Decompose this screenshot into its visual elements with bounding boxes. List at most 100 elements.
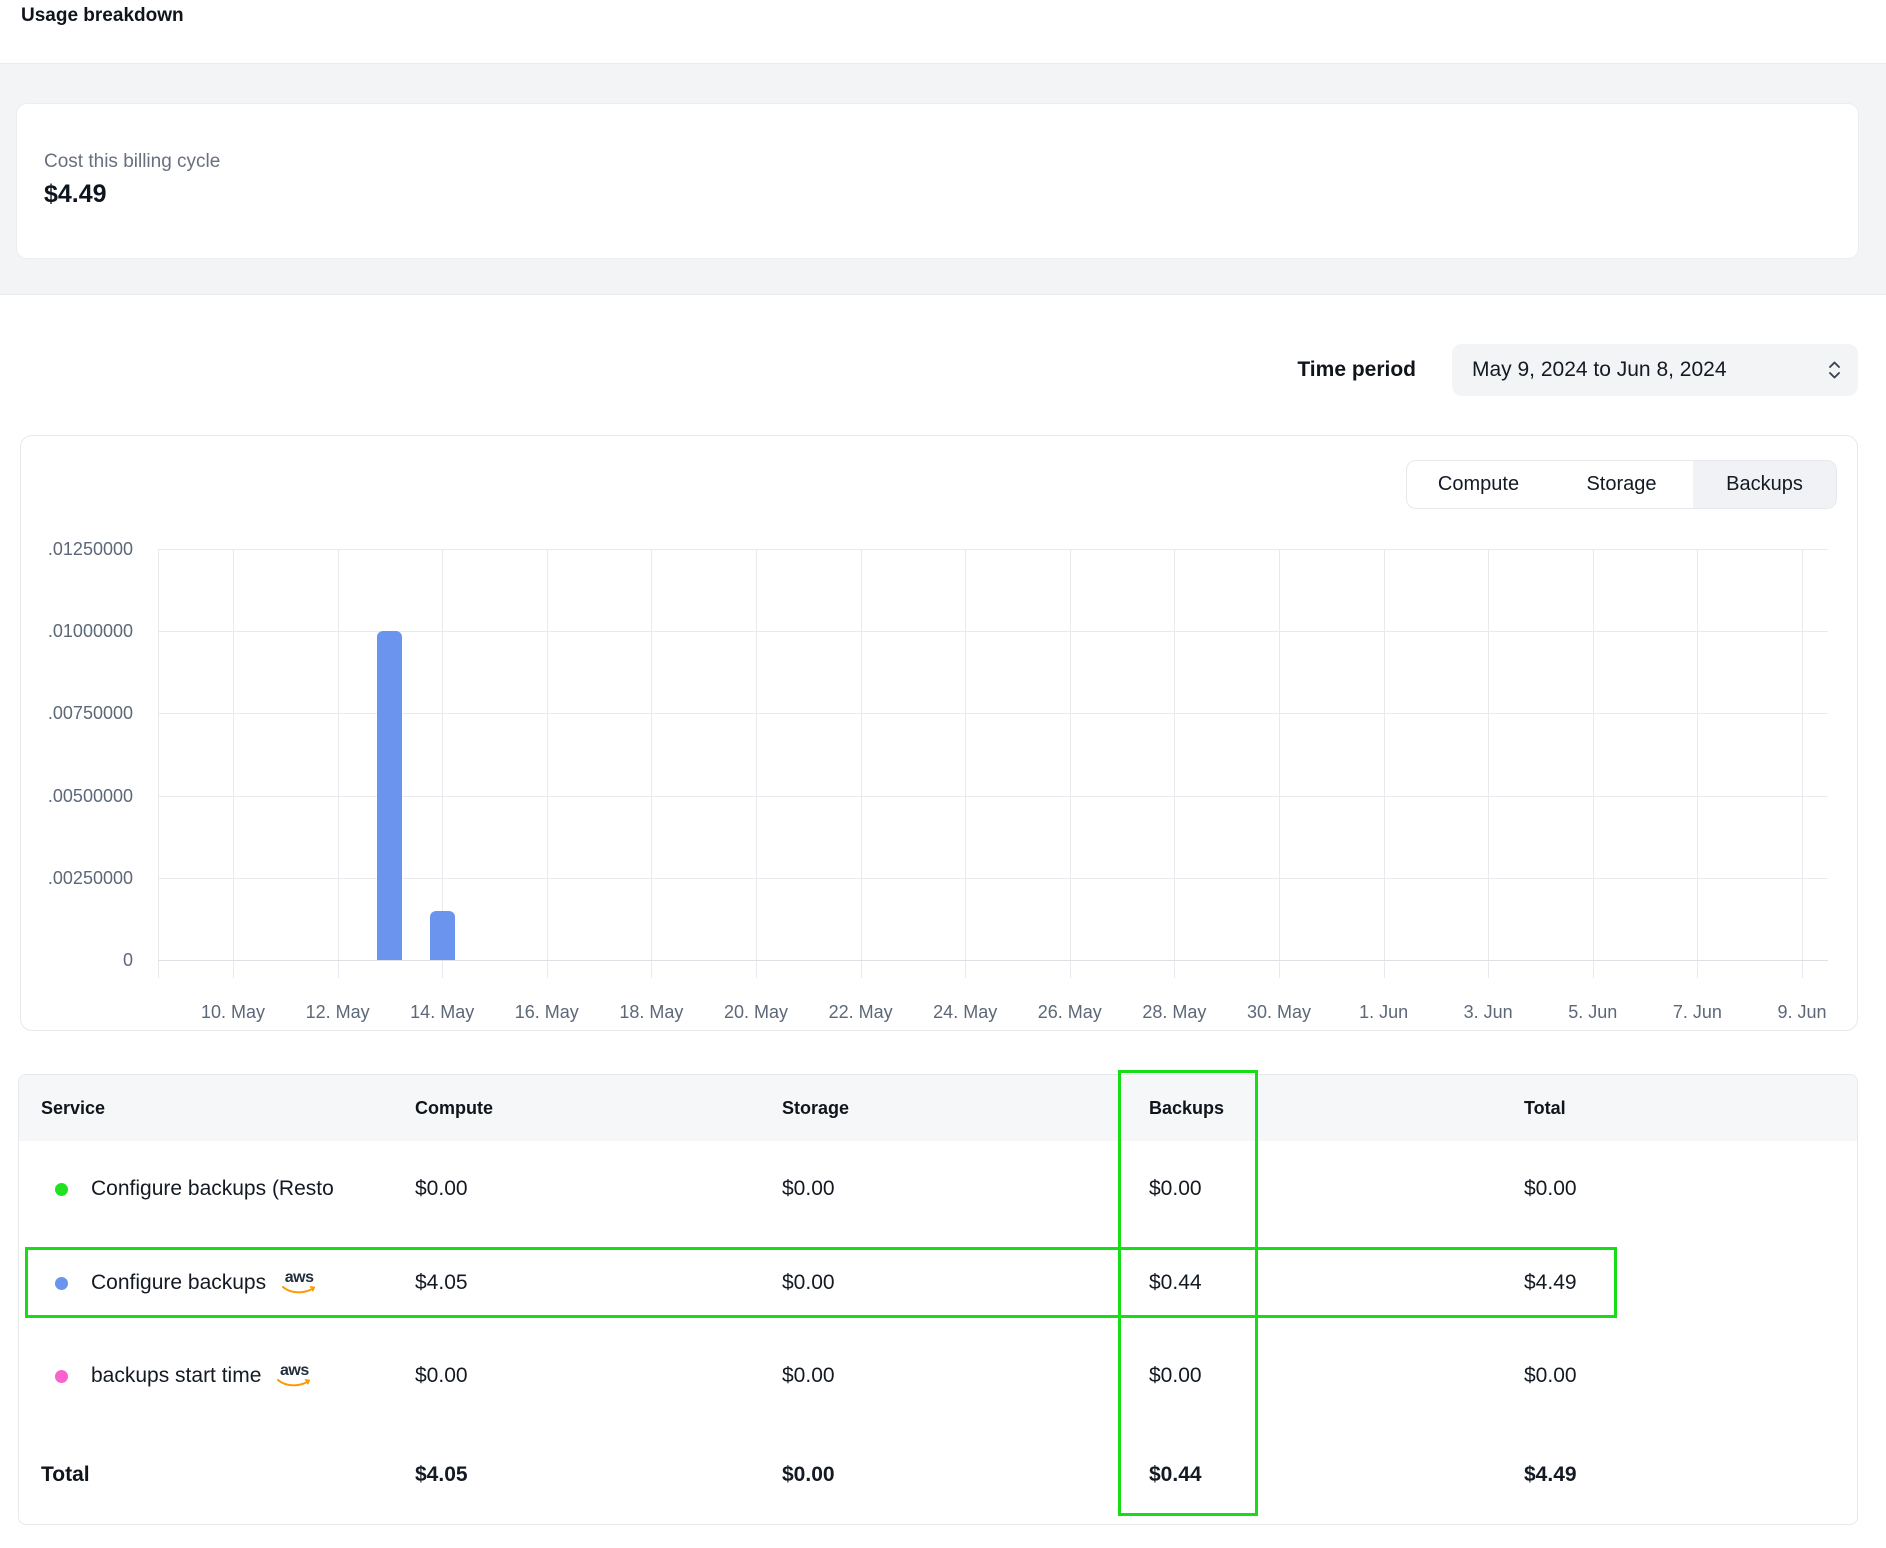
x-axis-line — [158, 960, 1828, 961]
x-axis-label: 18. May — [596, 1002, 706, 1023]
service-name: backups start time — [91, 1364, 261, 1388]
chart-bar — [377, 631, 402, 960]
grid-line — [1488, 549, 1489, 978]
grid-line — [1070, 549, 1071, 978]
column-header-storage: Storage — [782, 1075, 849, 1141]
billing-summary-card: Cost this billing cycle $4.49 — [17, 104, 1858, 258]
x-axis-label: 28. May — [1119, 1002, 1229, 1023]
grid-line — [158, 549, 159, 978]
x-axis-label: 10. May — [178, 1002, 288, 1023]
grid-line — [965, 549, 966, 978]
x-axis-label: 9. Jun — [1747, 1002, 1857, 1023]
table-row: Configure backups aws $4.05 $0.00 $0.44 … — [19, 1237, 1857, 1329]
y-axis-label: 0 — [8, 949, 133, 971]
service-cell: Configure backups aws — [19, 1237, 316, 1329]
table-total-row: Total $4.05 $0.00 $0.44 $4.49 — [19, 1423, 1857, 1526]
total-row-label: Total — [41, 1463, 90, 1487]
grid-line — [1802, 549, 1803, 978]
bar-chart-plot: .01250000.01000000.00750000.00500000.002… — [158, 549, 1828, 960]
grid-line — [1384, 549, 1385, 978]
table-header-row: Service Compute Storage Backups Total — [19, 1075, 1857, 1141]
tab-backups[interactable]: Backups — [1693, 461, 1836, 508]
grid-line — [547, 549, 548, 978]
aws-logo: aws — [282, 1271, 316, 1295]
grid-line — [158, 631, 1828, 632]
grid-line — [1697, 549, 1698, 978]
time-period-value: May 9, 2024 to Jun 8, 2024 — [1472, 358, 1727, 382]
service-name: Configure backups — [91, 1271, 266, 1295]
grid-line — [158, 796, 1828, 797]
chart-bar — [430, 911, 455, 960]
usage-chart-card: Compute Storage Backups .01250000.010000… — [20, 435, 1858, 1031]
backups-cost: $0.00 — [1149, 1177, 1202, 1201]
column-header-compute: Compute — [415, 1075, 493, 1141]
chevron-up-down-icon — [1827, 358, 1842, 382]
x-axis-label: 16. May — [492, 1002, 602, 1023]
compute-cost: $0.00 — [415, 1177, 468, 1201]
page-title: Usage breakdown — [21, 5, 184, 27]
x-axis-label: 20. May — [701, 1002, 811, 1023]
backups-cost: $0.44 — [1149, 1271, 1202, 1295]
total-storage: $0.00 — [782, 1463, 835, 1487]
chart-series-tabs: Compute Storage Backups — [1406, 460, 1837, 509]
grid-line — [1279, 549, 1280, 978]
total-compute: $4.05 — [415, 1463, 468, 1487]
total-cost: $0.00 — [1524, 1364, 1577, 1388]
grid-line — [158, 878, 1828, 879]
x-axis-label: 26. May — [1015, 1002, 1125, 1023]
y-axis-label: .00250000 — [8, 867, 133, 889]
total-total: $4.49 — [1524, 1463, 1577, 1487]
x-axis-label: 22. May — [806, 1002, 916, 1023]
grid-line — [1593, 549, 1594, 978]
service-name: Configure backups (Resto — [91, 1177, 334, 1201]
storage-cost: $0.00 — [782, 1271, 835, 1295]
total-cost: $0.00 — [1524, 1177, 1577, 1201]
x-axis-label: 24. May — [910, 1002, 1020, 1023]
x-axis-label: 14. May — [387, 1002, 497, 1023]
storage-cost: $0.00 — [782, 1177, 835, 1201]
x-axis-label: 7. Jun — [1642, 1002, 1752, 1023]
time-period-label: Time period — [1297, 358, 1416, 382]
grid-line — [756, 549, 757, 978]
column-header-service: Service — [41, 1075, 105, 1141]
column-header-backups: Backups — [1149, 1075, 1224, 1141]
table-row: backups start time aws $0.00 $0.00 $0.00… — [19, 1329, 1857, 1423]
service-cell: Configure backups (Resto — [19, 1141, 334, 1237]
y-axis-label: .00500000 — [8, 785, 133, 807]
backups-cost: $0.00 — [1149, 1364, 1202, 1388]
usage-table-card: Service Compute Storage Backups Total Co… — [18, 1074, 1858, 1525]
grid-line — [338, 549, 339, 978]
y-axis-label: .00750000 — [8, 702, 133, 724]
column-header-total: Total — [1524, 1075, 1566, 1141]
time-period-select[interactable]: May 9, 2024 to Jun 8, 2024 — [1452, 344, 1858, 396]
x-axis-label: 12. May — [283, 1002, 393, 1023]
grid-line — [651, 549, 652, 978]
y-axis-label: .01250000 — [8, 538, 133, 560]
billing-summary-band: Cost this billing cycle $4.49 — [0, 63, 1886, 295]
service-cell: backups start time aws — [19, 1329, 311, 1423]
x-axis-label: 30. May — [1224, 1002, 1334, 1023]
aws-logo: aws — [277, 1364, 311, 1388]
tab-compute[interactable]: Compute — [1407, 461, 1550, 508]
grid-line — [158, 713, 1828, 714]
x-axis-label: 3. Jun — [1433, 1002, 1543, 1023]
total-cost: $4.49 — [1524, 1271, 1577, 1295]
summary-card-value: $4.49 — [44, 180, 107, 209]
tab-storage[interactable]: Storage — [1550, 461, 1693, 508]
x-axis-label: 1. Jun — [1329, 1002, 1439, 1023]
service-color-dot — [55, 1183, 68, 1196]
usage-breakdown-page: Usage breakdown Cost this billing cycle … — [0, 0, 1886, 1548]
storage-cost: $0.00 — [782, 1364, 835, 1388]
grid-line — [233, 549, 234, 978]
summary-card-label: Cost this billing cycle — [44, 151, 220, 173]
total-backups: $0.44 — [1149, 1463, 1202, 1487]
service-color-dot — [55, 1370, 68, 1383]
grid-line — [158, 549, 1828, 550]
compute-cost: $4.05 — [415, 1271, 468, 1295]
time-period-row: Time period May 9, 2024 to Jun 8, 2024 — [1297, 344, 1858, 396]
x-axis-label: 5. Jun — [1538, 1002, 1648, 1023]
grid-line — [1174, 549, 1175, 978]
service-color-dot — [55, 1277, 68, 1290]
grid-line — [861, 549, 862, 978]
table-row: Configure backups (Resto $0.00 $0.00 $0.… — [19, 1141, 1857, 1237]
